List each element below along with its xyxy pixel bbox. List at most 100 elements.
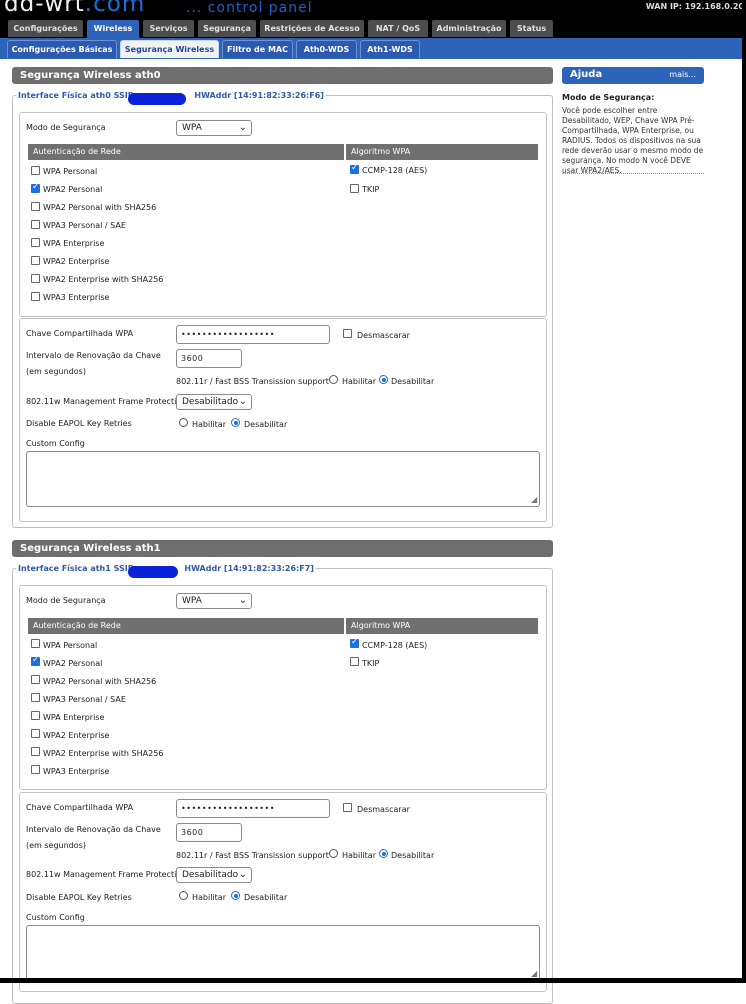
label-wpa2-enterprise-sha256: WPA2 Enterprise with SHA256 [43,275,164,284]
label-desabilitar: Desabilitar [244,893,288,902]
auth-header-ath1: Autenticação de Rede [28,618,344,634]
label-wpa2-personal-sha256: WPA2 Personal with SHA256 [43,203,157,212]
security-mode-select-ath0[interactable]: WPA ⌄ [176,120,252,136]
checkbox-wpa-personal-ath0[interactable] [31,166,40,175]
checkbox-wpa2-personal-ath1[interactable] [31,655,40,666]
fast-bss-label: 802.11r / Fast BSS Transission support [176,851,329,860]
checkbox-wpa-enterprise-ath1[interactable] [31,711,40,720]
label-wpa3-enterprise: WPA3 Enterprise [43,293,110,302]
radio-fast-bss-enable-ath0[interactable] [329,375,338,384]
rekey-label: Intervalo de Renovação da Chave (em segu… [26,825,161,850]
help-more-link[interactable]: mais... [669,70,696,79]
mfp-select-ath0[interactable]: Desabilitado ⌄ [176,394,252,410]
radio-fast-bss-disable-ath0[interactable] [379,375,388,384]
checkbox-wpa2-enterprise-ath0[interactable] [31,256,40,265]
radio-eapol-disable-ath1[interactable] [231,891,240,900]
rekey-input-ath0[interactable]: 3600 [176,349,242,368]
security-mode-label: Modo de Segurança [26,123,106,132]
checkbox-wpa2-personal-sha256-ath1[interactable] [31,675,40,684]
checkbox-wpa3-personal-sae-ath1[interactable] [31,693,40,702]
checkbox-wpa3-enterprise-ath0[interactable] [31,292,40,301]
subtab-seguranca-wireless[interactable]: Segurança Wireless [120,40,219,58]
mfp-label: 802.11w Management Frame Protection [26,397,187,406]
checkbox-wpa-enterprise-ath0[interactable] [31,238,40,247]
unmask-label: Desmascarar [357,331,410,340]
checkbox-wpa2-personal-sha256-ath0[interactable] [31,202,40,211]
header-bar: dd-wrt.com ... control panel WAN IP: 192… [0,0,746,19]
tab-nat-qos[interactable]: NAT / QoS [368,20,428,37]
label-habilitar: Habilitar [342,377,376,386]
checkbox-ccmp-aes-ath0[interactable] [350,163,359,174]
label-wpa3-enterprise: WPA3 Enterprise [43,767,110,776]
tab-wireless[interactable]: Wireless [87,20,139,38]
checkbox-wpa2-enterprise-ath1[interactable] [31,729,40,738]
help-title: Ajuda [570,69,603,80]
help-heading: Modo de Segurança: [562,93,655,102]
radio-fast-bss-enable-ath1[interactable] [329,849,338,858]
custom-config-textarea-ath1[interactable] [26,925,540,981]
sub-navigation: Configurações Básicas Segurança Wireless… [0,38,746,59]
chevron-down-icon: ⌄ [238,595,247,606]
psk-input-ath0[interactable]: •••••••••••••••••• [176,325,330,344]
redacted-ssid-ath0 [128,93,186,105]
tab-configuracoes[interactable]: Configurações [8,20,83,37]
help-panel-header: Ajuda mais... [562,67,704,84]
chevron-down-icon: ⌄ [238,869,247,880]
checkbox-wpa2-enterprise-sha256-ath1[interactable] [31,747,40,756]
checkbox-wpa3-enterprise-ath1[interactable] [31,765,40,774]
checkbox-ccmp-aes-ath1[interactable] [350,637,359,648]
chevron-down-icon: ⌄ [238,396,247,407]
label-desabilitar: Desabilitar [391,851,435,860]
checkbox-wpa2-enterprise-sha256-ath0[interactable] [31,274,40,283]
label-ccmp-aes: CCMP-128 (AES) [362,641,428,650]
section-title-ath1: Segurança Wireless ath1 [12,540,553,557]
tab-restricoes-acesso[interactable]: Restrições de Acesso [260,20,364,37]
label-tkip: TKIP [362,659,380,668]
radio-eapol-enable-ath0[interactable] [179,418,188,427]
radio-eapol-disable-ath0[interactable] [231,418,240,427]
label-wpa2-personal: WPA2 Personal [43,185,103,194]
tab-status[interactable]: Status [510,20,553,37]
label-wpa2-enterprise: WPA2 Enterprise [43,731,110,740]
subtab-filtro-mac[interactable]: Filtro de MAC [222,40,293,58]
checkbox-wpa3-personal-sae-ath0[interactable] [31,220,40,229]
resize-grip-icon[interactable]: ◢ [531,969,537,978]
psk-input-ath1[interactable]: •••••••••••••••••• [176,799,330,818]
tab-servicos[interactable]: Serviços [143,20,194,37]
security-mode-select-ath1[interactable]: WPA ⌄ [176,593,252,609]
label-wpa3-personal-sae: WPA3 Personal / SAE [43,221,126,230]
redacted-ssid-ath1 [128,566,178,578]
checkbox-tkip-ath0[interactable] [350,184,359,193]
subtab-ath1-wds[interactable]: Ath1-WDS [360,40,420,58]
custom-config-label: Custom Config [26,913,85,922]
eapol-label: Disable EAPOL Key Retries [26,419,132,428]
checkbox-unmask-ath0[interactable] [343,329,352,338]
radio-eapol-enable-ath1[interactable] [179,891,188,900]
tab-seguranca[interactable]: Segurança [198,20,256,37]
label-wpa2-personal-sha256: WPA2 Personal with SHA256 [43,677,157,686]
help-body-text: Você pode escolher entre Desabilitado, W… [562,106,704,175]
mfp-select-ath1[interactable]: Desabilitado ⌄ [176,867,252,883]
label-habilitar: Habilitar [192,420,226,429]
rekey-input-ath1[interactable]: 3600 [176,823,242,842]
subtab-ath0-wds[interactable]: Ath0-WDS [296,40,357,58]
tab-administracao[interactable]: Administração [432,20,506,37]
label-desabilitar: Desabilitar [391,377,435,386]
help-divider [562,173,704,174]
checkbox-wpa-personal-ath1[interactable] [31,639,40,648]
window-edge [742,0,746,983]
label-wpa2-personal: WPA2 Personal [43,659,103,668]
checkbox-wpa2-personal-ath0[interactable] [31,182,40,193]
section-title-ath0: Segurança Wireless ath0 [12,67,553,84]
label-tkip: TKIP [362,185,380,194]
subtab-configuracoes-basicas[interactable]: Configurações Básicas [7,40,117,58]
label-habilitar: Habilitar [342,851,376,860]
custom-config-textarea-ath0[interactable] [26,451,540,507]
algo-header-ath0: Algoritmo WPA [346,144,538,160]
resize-grip-icon[interactable]: ◢ [531,495,537,504]
algo-header-ath1: Algoritmo WPA [346,618,538,634]
checkbox-unmask-ath1[interactable] [343,803,352,812]
checkbox-tkip-ath1[interactable] [350,657,359,666]
radio-fast-bss-disable-ath1[interactable] [379,849,388,858]
psk-label: Chave Compartilhada WPA [26,803,134,812]
